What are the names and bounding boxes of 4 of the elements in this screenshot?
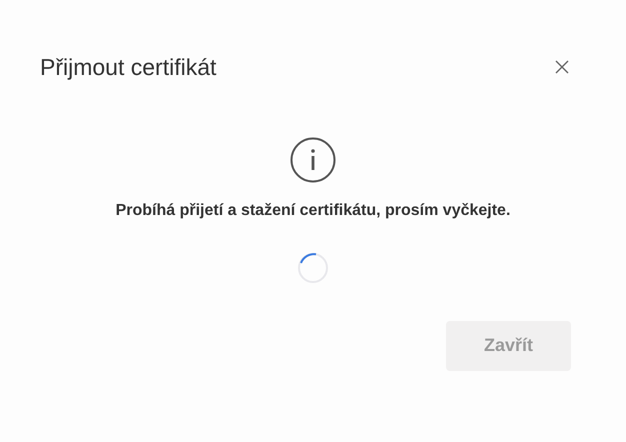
dialog-title: Přijmout certifikát (40, 53, 216, 82)
close-icon (554, 59, 570, 76)
status-message: Probíhá přijetí a stažení certifikátu, prosím vyčkejte. (116, 200, 510, 220)
info-icon (290, 136, 336, 182)
